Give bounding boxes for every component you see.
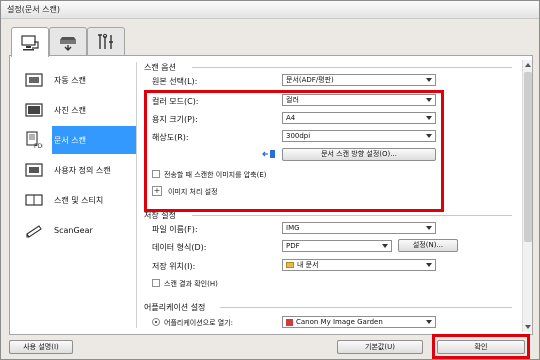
chevron-down-icon <box>426 320 432 324</box>
panel-scrollbar[interactable] <box>522 60 532 332</box>
check-result-checkbox[interactable] <box>152 279 160 287</box>
open-with-select[interactable]: Canon My Image Garden <box>282 316 436 328</box>
scan-options-title: 스캔 옵션 <box>144 63 176 72</box>
auto-scan-icon <box>22 69 46 91</box>
tab-scan-from-computer[interactable] <box>11 27 49 57</box>
check-result-label: 스캔 결과 확인(H) <box>164 280 218 288</box>
general-settings-icon <box>98 33 113 49</box>
document-scan-icon: PDF <box>22 129 46 151</box>
sidebar-item-photo-scan[interactable]: 사진 스캔 <box>16 96 136 124</box>
sidebar-item-label: 문서 스캔 <box>54 135 86 145</box>
sidebar-item-label: ScanGear <box>54 225 93 235</box>
settings-panel: 스캔 옵션 원본 선택(L): 문서(ADF/평판) 컬러 모드(C): 컬러 … <box>142 60 516 332</box>
scan-from-computer-icon <box>21 34 39 50</box>
highlight-frame <box>144 90 444 212</box>
scroll-thumb[interactable] <box>524 72 532 242</box>
section-divider <box>192 215 512 216</box>
scroll-down-icon[interactable] <box>525 325 531 329</box>
settings-dialog: 설정(문서 스캔) 자동 스캔 사진 스캔 PD 문서 스캔 사용자 정의 스캔… <box>0 0 540 360</box>
photo-scan-icon <box>22 99 46 121</box>
source-label: 원본 선택(L): <box>152 77 198 86</box>
window-title: 설정(문서 스캔) <box>7 5 60 14</box>
file-name-value: IMG <box>286 224 300 232</box>
data-format-label: 데이터 형식(D): <box>152 243 207 252</box>
open-with-radio[interactable] <box>152 318 160 326</box>
open-with-label: 어플리케이션으로 열기: <box>164 319 233 327</box>
file-name-label: 파일 이름(F): <box>152 225 198 234</box>
scan-type-sidebar: 자동 스캔 사진 스캔 PDF 문서 스캔 <box>16 62 136 328</box>
save-in-select[interactable]: 내 문서 <box>282 259 436 271</box>
tab-general-settings[interactable] <box>87 27 125 55</box>
data-format-value: PDF <box>286 242 300 250</box>
chevron-down-icon <box>426 263 432 267</box>
scan-from-operation-panel-icon <box>60 36 76 51</box>
chevron-down-icon <box>426 78 432 82</box>
tab-scan-from-operation-panel[interactable] <box>49 27 87 55</box>
chevron-down-icon <box>382 244 388 248</box>
app-settings-title: 어플리케이션 설정 <box>144 303 206 312</box>
help-button[interactable]: 사용 설명(I) <box>9 340 73 354</box>
title-bar: 설정(문서 스캔) <box>1 1 539 19</box>
data-format-select[interactable]: PDF <box>282 240 392 252</box>
sidebar-item-label: 사진 스캔 <box>54 105 86 115</box>
sidebar-item-scan-and-stitch[interactable]: 스캔 및 스티치 <box>16 186 136 214</box>
chevron-down-icon <box>426 226 432 230</box>
sidebar-item-document-scan[interactable]: PDF 문서 스캔 <box>16 126 136 154</box>
scan-and-stitch-icon <box>22 189 46 211</box>
sidebar-item-label: 사용자 정의 스캔 <box>54 165 111 175</box>
section-divider <box>220 307 512 308</box>
scangear-icon <box>22 219 46 241</box>
file-name-input[interactable]: IMG <box>282 222 436 234</box>
app-icon <box>286 318 293 326</box>
defaults-button[interactable]: 기본값(U) <box>337 340 423 354</box>
format-settings-button[interactable]: 설정(N)... <box>398 239 458 252</box>
section-divider <box>192 67 512 68</box>
sidebar-item-label: 스캔 및 스티치 <box>54 195 104 205</box>
custom-scan-icon <box>22 159 46 181</box>
ok-highlight-frame <box>432 334 530 359</box>
sidebar-divider <box>136 62 137 328</box>
sidebar-item-label: 자동 스캔 <box>54 75 86 85</box>
sidebar-item-scangear[interactable]: ScanGear <box>16 216 136 244</box>
folder-icon <box>286 262 294 268</box>
source-value: 문서(ADF/평판) <box>286 76 334 84</box>
svg-text:PDF: PDF <box>34 143 43 149</box>
save-in-value: 내 문서 <box>297 261 319 269</box>
scroll-up-icon[interactable] <box>525 63 531 67</box>
open-with-value: Canon My Image Garden <box>296 318 383 326</box>
save-in-label: 저장 위치(I): <box>152 262 196 271</box>
source-select[interactable]: 문서(ADF/평판) <box>282 74 436 86</box>
sidebar-item-custom-scan[interactable]: 사용자 정의 스캔 <box>16 156 136 184</box>
sidebar-item-auto-scan[interactable]: 자동 스캔 <box>16 66 136 94</box>
content-area: 자동 스캔 사진 스캔 PDF 문서 스캔 <box>9 55 533 335</box>
